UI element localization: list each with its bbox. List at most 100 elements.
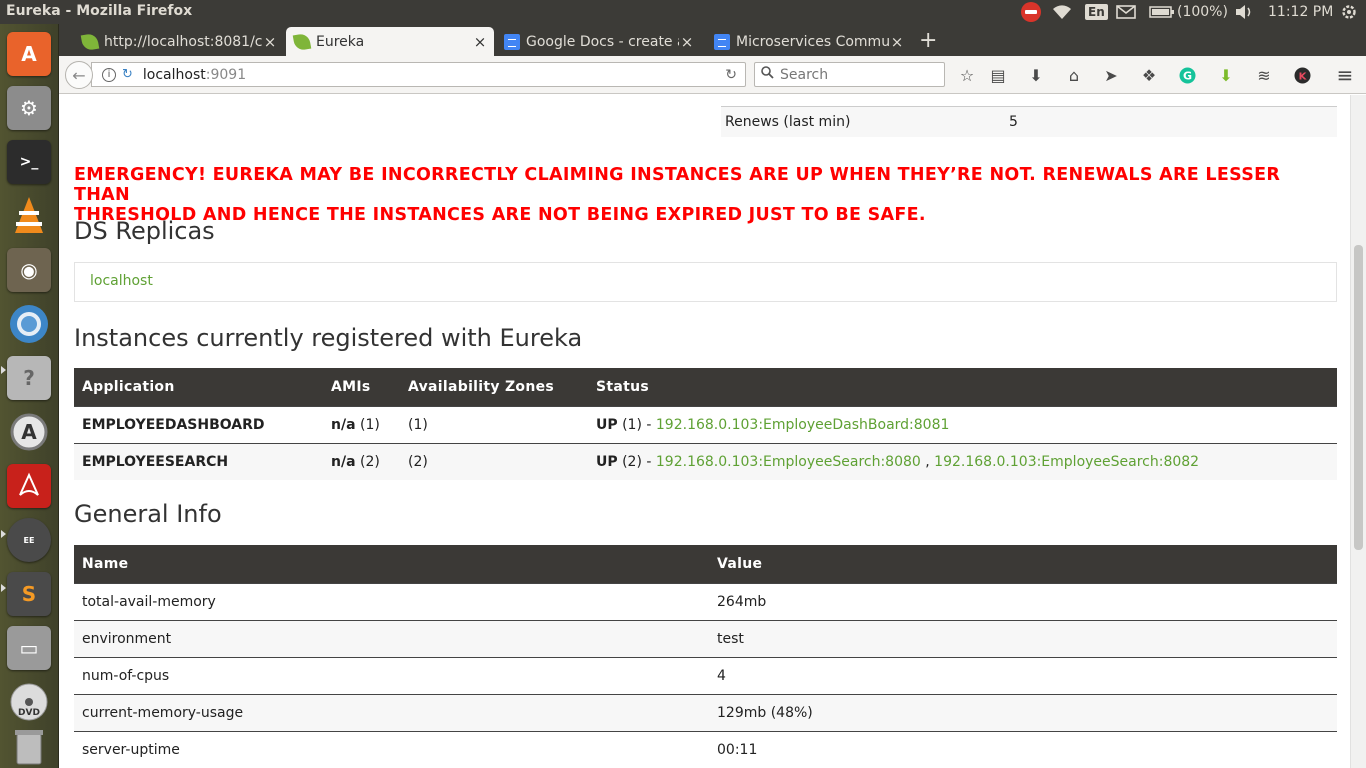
terminal-icon[interactable]: >_ xyxy=(7,140,51,184)
battery-indicator[interactable]: (100%) xyxy=(1149,2,1228,22)
svg-text:K: K xyxy=(1298,71,1307,82)
reading-list-icon[interactable]: ▤ xyxy=(988,65,1008,85)
system-top-bar: Eureka - Mozilla Firefox En (100%) 11:12… xyxy=(0,0,1366,24)
battery-percent: (100%) xyxy=(1177,4,1228,20)
grammarly-icon[interactable]: G xyxy=(1177,65,1197,85)
tab-strip: http://localhost:8081/c × Eureka × Googl… xyxy=(59,24,1366,56)
ds-replicas-list: localhost xyxy=(74,262,1337,302)
wifi-icon[interactable] xyxy=(1052,2,1072,22)
col-name: Name xyxy=(74,545,709,583)
system-settings-icon[interactable]: ⚙ xyxy=(7,86,51,130)
google-docs-icon xyxy=(714,33,730,50)
table-row: num-of-cpus 4 xyxy=(74,656,1337,694)
table-row: total-avail-memory 264mb xyxy=(74,582,1337,620)
download-icon[interactable]: ⬇ xyxy=(1026,65,1046,85)
mail-icon[interactable] xyxy=(1116,2,1136,22)
table-row: EMPLOYEESEARCH n/a (2) (2) UP (2) - 192.… xyxy=(74,442,1337,480)
col-value: Value xyxy=(709,545,1337,583)
tab-eureka[interactable]: Eureka × xyxy=(286,27,494,56)
identity-icon[interactable]: ↻ xyxy=(122,67,133,82)
info-icon[interactable]: i xyxy=(102,67,116,82)
gimp-icon[interactable]: ◉ xyxy=(7,248,51,292)
tab-google-docs[interactable]: Google Docs - create ar × xyxy=(496,27,701,56)
home-icon[interactable]: ⌂ xyxy=(1064,65,1084,85)
ds-replicas-heading: DS Replicas xyxy=(74,217,215,245)
search-placeholder: Search xyxy=(780,66,829,83)
close-icon[interactable]: × xyxy=(679,33,695,51)
help-icon[interactable]: ? xyxy=(7,356,51,400)
new-tab-button[interactable]: + xyxy=(919,28,937,53)
java-ee-ide-icon[interactable]: EE xyxy=(7,518,51,562)
disk-icon[interactable]: ▭ xyxy=(7,626,51,670)
running-indicator xyxy=(1,530,6,538)
chromium-icon[interactable] xyxy=(7,302,51,346)
col-application: Application xyxy=(74,368,323,406)
url-bar[interactable]: i ↻ localhost:9091 ↻ xyxy=(91,62,746,87)
close-icon[interactable]: × xyxy=(472,33,488,51)
send-icon[interactable]: ➤ xyxy=(1101,65,1121,85)
ubuntu-software-icon[interactable]: A xyxy=(7,32,51,76)
table-row: EMPLOYEEDASHBOARD n/a (1) (1) UP (1) - 1… xyxy=(74,405,1337,443)
col-availability-zones: Availability Zones xyxy=(400,368,588,406)
clock[interactable]: 11:12 PM xyxy=(1268,2,1333,22)
navigation-toolbar: i ↻ localhost:9091 ↻ ← Search ☆ ▤ ⬇ ⌂ ➤ … xyxy=(59,56,1366,94)
emergency-warning: EMERGENCY! EUREKA MAY BE INCORRECTLY CLA… xyxy=(74,165,1281,225)
running-indicator xyxy=(1,366,6,374)
running-indicator xyxy=(1,584,6,592)
vlc-icon[interactable] xyxy=(7,194,51,238)
table-row: server-uptime 00:11 xyxy=(74,730,1337,768)
sublime-text-icon[interactable]: S xyxy=(7,572,51,616)
layers-icon[interactable]: ≋ xyxy=(1254,65,1274,85)
renews-row: Renews (last min) 5 xyxy=(721,106,1337,137)
table-row: current-memory-usage 129mb (48%) xyxy=(74,693,1337,731)
close-icon[interactable]: × xyxy=(889,33,905,51)
keyboard-layout-indicator[interactable]: En xyxy=(1085,2,1108,22)
instances-heading: Instances currently registered with Eure… xyxy=(74,324,583,352)
volume-icon[interactable] xyxy=(1234,2,1254,22)
software-updater-icon[interactable]: A xyxy=(7,410,51,454)
renews-value: 5 xyxy=(1009,114,1018,130)
battery-icon xyxy=(1149,6,1174,18)
download-helper-icon[interactable]: ⬇ xyxy=(1216,65,1236,85)
dvd-icon[interactable]: DVD xyxy=(7,680,51,724)
app-name: EMPLOYEEDASHBOARD xyxy=(74,405,323,443)
svg-text:DVD: DVD xyxy=(18,708,40,718)
general-info-table: Name Value total-avail-memory 264mb envir… xyxy=(74,545,1337,768)
search-icon xyxy=(761,66,774,83)
power-gear-icon[interactable] xyxy=(1340,2,1358,22)
scrollbar-thumb[interactable] xyxy=(1354,245,1363,550)
search-input[interactable]: Search xyxy=(754,62,945,87)
do-not-disturb-icon[interactable] xyxy=(1021,2,1041,22)
instance-link[interactable]: 192.168.0.103:EmployeeSearch:8080 xyxy=(656,454,921,470)
svg-text:G: G xyxy=(1182,69,1191,82)
tab-localhost-8081[interactable]: http://localhost:8081/c × xyxy=(74,27,284,56)
bookmark-star-icon[interactable]: ☆ xyxy=(957,65,977,85)
close-icon[interactable]: × xyxy=(262,33,278,51)
replica-link[interactable]: localhost xyxy=(90,273,153,289)
svg-text:A: A xyxy=(21,420,37,444)
renews-label: Renews (last min) xyxy=(725,114,851,130)
back-button[interactable]: ← xyxy=(65,61,93,89)
tab-microservices[interactable]: Microservices Commun × xyxy=(706,27,911,56)
spring-leaf-icon xyxy=(80,32,100,51)
extension-icon[interactable]: ❖ xyxy=(1139,65,1159,85)
window-title: Eureka - Mozilla Firefox xyxy=(6,3,193,19)
col-status: Status xyxy=(588,368,1337,406)
page-viewport: Renews (last min) 5 EMERGENCY! EUREKA MA… xyxy=(59,95,1350,768)
instance-link[interactable]: 192.168.0.103:EmployeeDashBoard:8081 xyxy=(656,417,950,433)
vertical-scrollbar[interactable] xyxy=(1350,95,1366,768)
general-info-heading: General Info xyxy=(74,500,222,528)
acrobat-icon[interactable] xyxy=(7,464,51,508)
url-host: localhost xyxy=(142,66,206,83)
col-amis: AMIs xyxy=(323,368,400,406)
app-name: EMPLOYEESEARCH xyxy=(74,442,323,480)
launcher: A ⚙ >_ ◉ ? A EE S ▭ DVD xyxy=(0,24,59,768)
profile-k-icon[interactable]: K xyxy=(1292,65,1312,85)
hamburger-menu-icon[interactable]: ≡ xyxy=(1335,63,1355,87)
reload-icon[interactable]: ↻ xyxy=(725,67,737,83)
instance-link[interactable]: 192.168.0.103:EmployeeSearch:8082 xyxy=(934,454,1199,470)
google-docs-icon xyxy=(504,33,520,50)
trash-icon[interactable] xyxy=(7,724,51,768)
url-port: :9091 xyxy=(205,66,247,83)
table-row: environment test xyxy=(74,619,1337,657)
